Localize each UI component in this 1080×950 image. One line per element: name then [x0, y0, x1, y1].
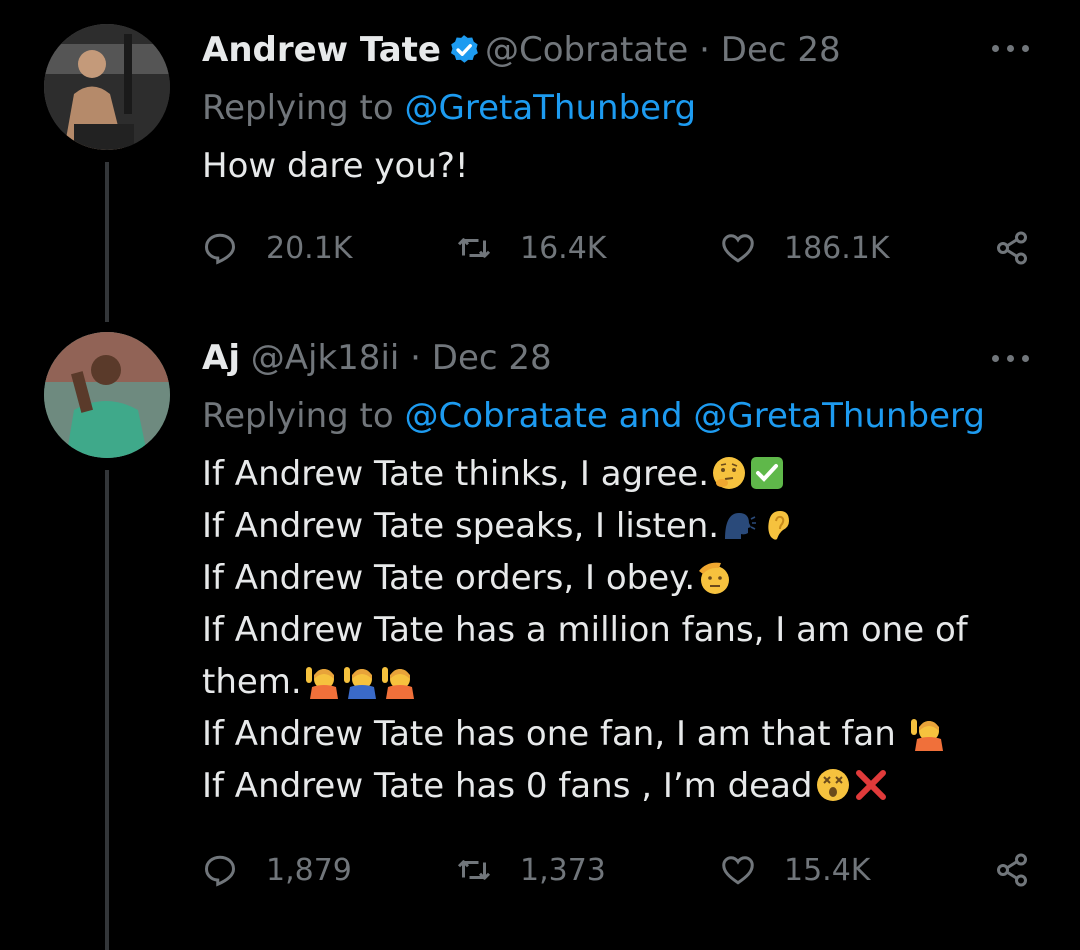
dizzy-face-emoji-icon: [815, 766, 851, 802]
like-icon: [722, 856, 754, 885]
avatar[interactable]: [44, 24, 170, 150]
text-line: If Andrew Tate thinks, I agree.: [202, 448, 1022, 500]
handle[interactable]: @Cobratate: [485, 30, 688, 70]
replying-prefix: Replying to: [202, 396, 394, 436]
replying-prefix: Replying to: [202, 88, 394, 128]
text-line: If Andrew Tate has a million fans, I am …: [202, 610, 968, 650]
timestamp[interactable]: Dec 28: [432, 338, 552, 378]
display-name[interactable]: Aj: [202, 338, 240, 378]
raising-hand-emoji-icon: [342, 662, 378, 699]
thread-line: [105, 470, 109, 950]
reply-button[interactable]: 1,879: [202, 850, 352, 890]
share-button[interactable]: [994, 228, 1030, 268]
more-icon[interactable]: [992, 38, 1030, 58]
like-icon: [722, 234, 754, 263]
raising-hand-emoji-icon: [380, 662, 416, 699]
tweet-header: Andrew Tate @Cobratate · Dec 28: [202, 30, 841, 70]
mention-link[interactable]: @Cobratate and @GretaThunberg: [405, 396, 985, 436]
thread-line: [105, 162, 109, 322]
share-icon: [997, 853, 1027, 887]
handle[interactable]: @Ajk18ii: [251, 338, 400, 378]
thinking-face-emoji-icon: [711, 454, 747, 490]
raising-hand-emoji-icon: [909, 714, 945, 751]
tweet-text: If Andrew Tate thinks, I agree. If Andre…: [202, 448, 1022, 812]
reply-icon: [204, 855, 236, 887]
retweet-icon: [457, 860, 491, 880]
tweet-1[interactable]: Andrew Tate @Cobratate · Dec 28 Replying …: [0, 0, 1080, 322]
separator: ·: [410, 338, 421, 378]
reply-count: 20.1K: [266, 230, 353, 266]
text-line: If Andrew Tate speaks, I listen.: [202, 500, 1022, 552]
tweet-text: How dare you?!: [202, 140, 1022, 192]
share-button[interactable]: [994, 850, 1030, 890]
like-button[interactable]: 15.4K: [720, 850, 870, 890]
saluting-face-emoji-icon: [697, 558, 733, 594]
more-icon[interactable]: [992, 348, 1030, 368]
tweet-header: Aj @Ajk18ii · Dec 28: [202, 338, 552, 378]
raising-hand-emoji-icon: [304, 662, 340, 699]
action-bar: 1,879 1,373 15.4K: [202, 850, 1042, 890]
separator: ·: [699, 30, 710, 70]
retweet-icon: [457, 238, 491, 258]
retweet-count: 16.4K: [520, 230, 607, 266]
ear-emoji-icon: [759, 506, 795, 542]
retweet-count: 1,373: [520, 852, 606, 888]
mention-link[interactable]: @GretaThunberg: [405, 88, 697, 128]
verified-badge-icon: [447, 33, 481, 67]
text-line: them.: [202, 656, 1022, 708]
display-name[interactable]: Andrew Tate: [202, 30, 441, 70]
like-count: 186.1K: [784, 230, 890, 266]
text-line: If Andrew Tate has 0 fans , I’m dead: [202, 760, 1022, 812]
retweet-button[interactable]: 16.4K: [456, 228, 606, 268]
avatar[interactable]: [44, 332, 170, 458]
replying-to: Replying to @Cobratate and @GretaThunber…: [202, 396, 985, 436]
reply-count: 1,879: [266, 852, 352, 888]
reply-icon: [204, 233, 236, 265]
replying-to: Replying to @GretaThunberg: [202, 88, 696, 128]
like-count: 15.4K: [784, 852, 871, 888]
text-line: If Andrew Tate orders, I obey.: [202, 552, 1022, 604]
speaking-head-emoji-icon: [721, 506, 757, 542]
timestamp[interactable]: Dec 28: [721, 30, 841, 70]
tweet-2[interactable]: Aj @Ajk18ii · Dec 28 Replying to @Cobrat…: [0, 318, 1080, 950]
retweet-button[interactable]: 1,373: [456, 850, 606, 890]
like-button[interactable]: 186.1K: [720, 228, 890, 268]
check-mark-emoji-icon: [749, 454, 785, 490]
text-line: If Andrew Tate has one fan, I am that fa…: [202, 708, 1022, 760]
reply-button[interactable]: 20.1K: [202, 228, 352, 268]
text-line: How dare you?!: [202, 146, 469, 186]
cross-mark-emoji-icon: [853, 766, 889, 802]
share-icon: [997, 231, 1027, 265]
action-bar: 20.1K 16.4K 186.1K: [202, 228, 1042, 268]
